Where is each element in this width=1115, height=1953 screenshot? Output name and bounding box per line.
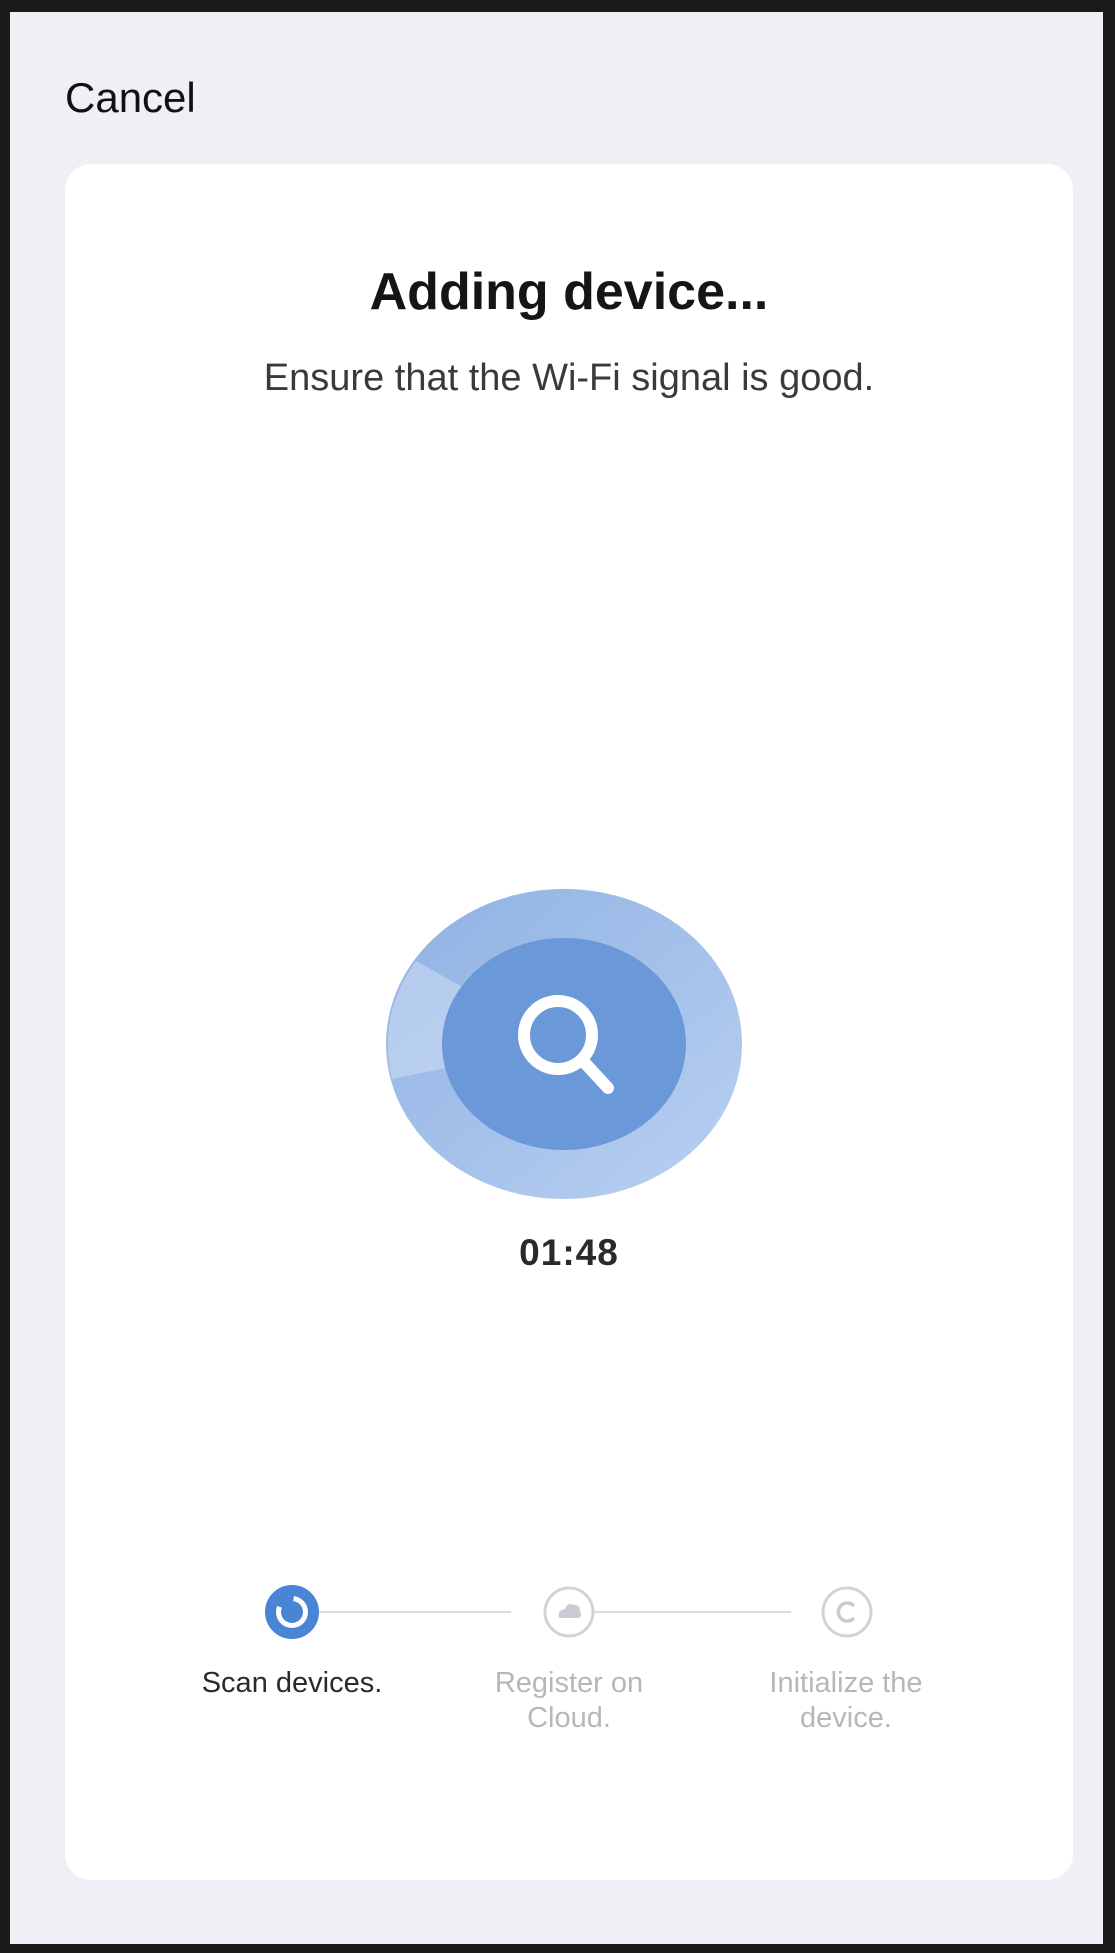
cancel-button[interactable]: Cancel (65, 74, 196, 122)
radar-inner-disc (442, 938, 686, 1150)
scan-progress-icon (265, 1585, 319, 1639)
step-label-scan: Scan devices. (201, 1667, 383, 1699)
wifi-hint: Ensure that the Wi-Fi signal is good. (263, 357, 875, 399)
step-connector (295, 1611, 511, 1613)
page-title: Adding device... (369, 263, 769, 321)
step-label-register: Register on Cloud. (494, 1667, 644, 1734)
elapsed-timer: 01:48 (519, 1232, 619, 1273)
app-screen: Cancel Adding device... Ensure that the … (10, 12, 1103, 1944)
scanning-radar (386, 889, 742, 1199)
cloud-icon (543, 1586, 595, 1638)
step-connector (571, 1611, 791, 1613)
progress-card: Adding device... Ensure that the Wi-Fi s… (65, 164, 1073, 1880)
device-init-icon (821, 1586, 873, 1638)
step-label-initialize: Initialize the device. (769, 1667, 923, 1734)
